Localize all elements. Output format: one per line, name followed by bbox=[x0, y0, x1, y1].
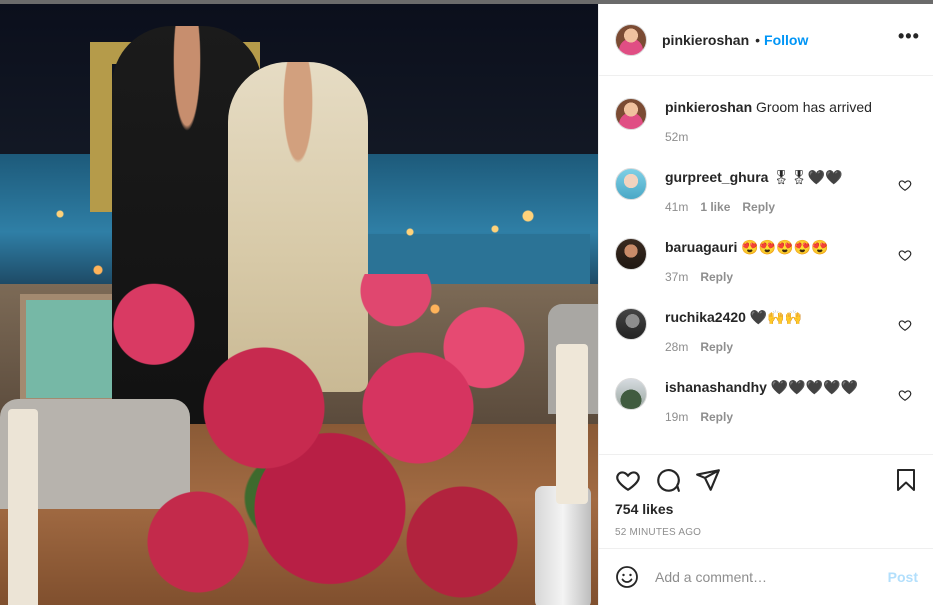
comment-text: 🎖🎖🖤🖤 bbox=[772, 169, 843, 185]
caption-username[interactable]: pinkieroshan bbox=[665, 99, 752, 115]
like-comment-icon[interactable] bbox=[898, 388, 912, 402]
add-comment-bar: Add a comment… Post bbox=[599, 548, 933, 605]
avatar[interactable] bbox=[615, 23, 647, 56]
candle bbox=[8, 409, 38, 605]
avatar[interactable] bbox=[615, 98, 647, 130]
comment-item: gurpreet_ghura 🎖🎖🖤🖤 41m 1 like Reply bbox=[615, 168, 920, 228]
comment-item: ishanashandhy 🖤🖤🖤🖤🖤 19m Reply bbox=[615, 378, 920, 438]
comment-likes[interactable]: 1 like bbox=[700, 200, 730, 214]
post-timestamp[interactable]: 52 MINUTES AGO bbox=[615, 527, 701, 538]
post-username[interactable]: pinkieroshan bbox=[662, 32, 749, 48]
reply-button[interactable]: Reply bbox=[700, 270, 733, 284]
like-comment-icon[interactable] bbox=[898, 318, 912, 332]
pink-flower-bouquet bbox=[110, 274, 550, 605]
comment-item: baruagauri 😍😍😍😍😍 37m Reply bbox=[615, 238, 920, 298]
comment-text: 🖤🖤🖤🖤🖤 bbox=[770, 379, 858, 395]
avatar[interactable] bbox=[615, 168, 647, 200]
reply-button[interactable]: Reply bbox=[700, 410, 733, 424]
comment-time[interactable]: 19m bbox=[665, 410, 688, 424]
comment-username[interactable]: baruagauri bbox=[665, 239, 737, 255]
likes-count[interactable]: 754 likes bbox=[615, 501, 673, 517]
share-icon[interactable] bbox=[695, 467, 721, 493]
caption-time[interactable]: 52m bbox=[665, 130, 688, 144]
bookmark-icon[interactable] bbox=[894, 467, 918, 493]
caption: pinkieroshan Groom has arrived 52m bbox=[615, 98, 920, 158]
comment-text: 🖤🙌🙌 bbox=[749, 309, 803, 325]
avatar[interactable] bbox=[615, 238, 647, 270]
comment-input[interactable]: Add a comment… bbox=[655, 569, 888, 585]
comment-username[interactable]: ruchika2420 bbox=[665, 309, 746, 325]
action-icons bbox=[615, 467, 918, 493]
reply-button[interactable]: Reply bbox=[742, 200, 775, 214]
comment-time[interactable]: 28m bbox=[665, 340, 688, 354]
separator-dot: • bbox=[755, 31, 761, 48]
like-comment-icon[interactable] bbox=[898, 248, 912, 262]
candle bbox=[556, 344, 588, 504]
caption-text: Groom has arrived bbox=[756, 99, 872, 115]
comment-time[interactable]: 37m bbox=[665, 270, 688, 284]
avatar[interactable] bbox=[615, 308, 647, 340]
reply-button[interactable]: Reply bbox=[700, 340, 733, 354]
comments-list[interactable]: pinkieroshan Groom has arrived 52m gurpr… bbox=[599, 76, 933, 454]
post-header: pinkieroshan • Follow ••• bbox=[599, 4, 933, 76]
comment-icon[interactable] bbox=[655, 467, 681, 493]
post-photo[interactable] bbox=[0, 4, 598, 605]
comment-time[interactable]: 41m bbox=[665, 200, 688, 214]
emoji-icon[interactable] bbox=[615, 565, 639, 589]
comment-text: 😍😍😍😍😍 bbox=[741, 239, 829, 255]
follow-button[interactable]: Follow bbox=[764, 32, 808, 48]
avatar[interactable] bbox=[615, 378, 647, 410]
comment-item: ruchika2420 🖤🙌🙌 28m Reply bbox=[615, 308, 920, 368]
like-comment-icon[interactable] bbox=[898, 178, 912, 192]
more-options-icon[interactable]: ••• bbox=[898, 27, 919, 50]
post-side-panel: pinkieroshan • Follow ••• pinkieroshan G… bbox=[598, 4, 933, 605]
post-comment-button[interactable]: Post bbox=[888, 569, 918, 585]
comment-username[interactable]: ishanashandhy bbox=[665, 379, 767, 395]
heart-icon[interactable] bbox=[615, 467, 641, 493]
comment-username[interactable]: gurpreet_ghura bbox=[665, 169, 768, 185]
